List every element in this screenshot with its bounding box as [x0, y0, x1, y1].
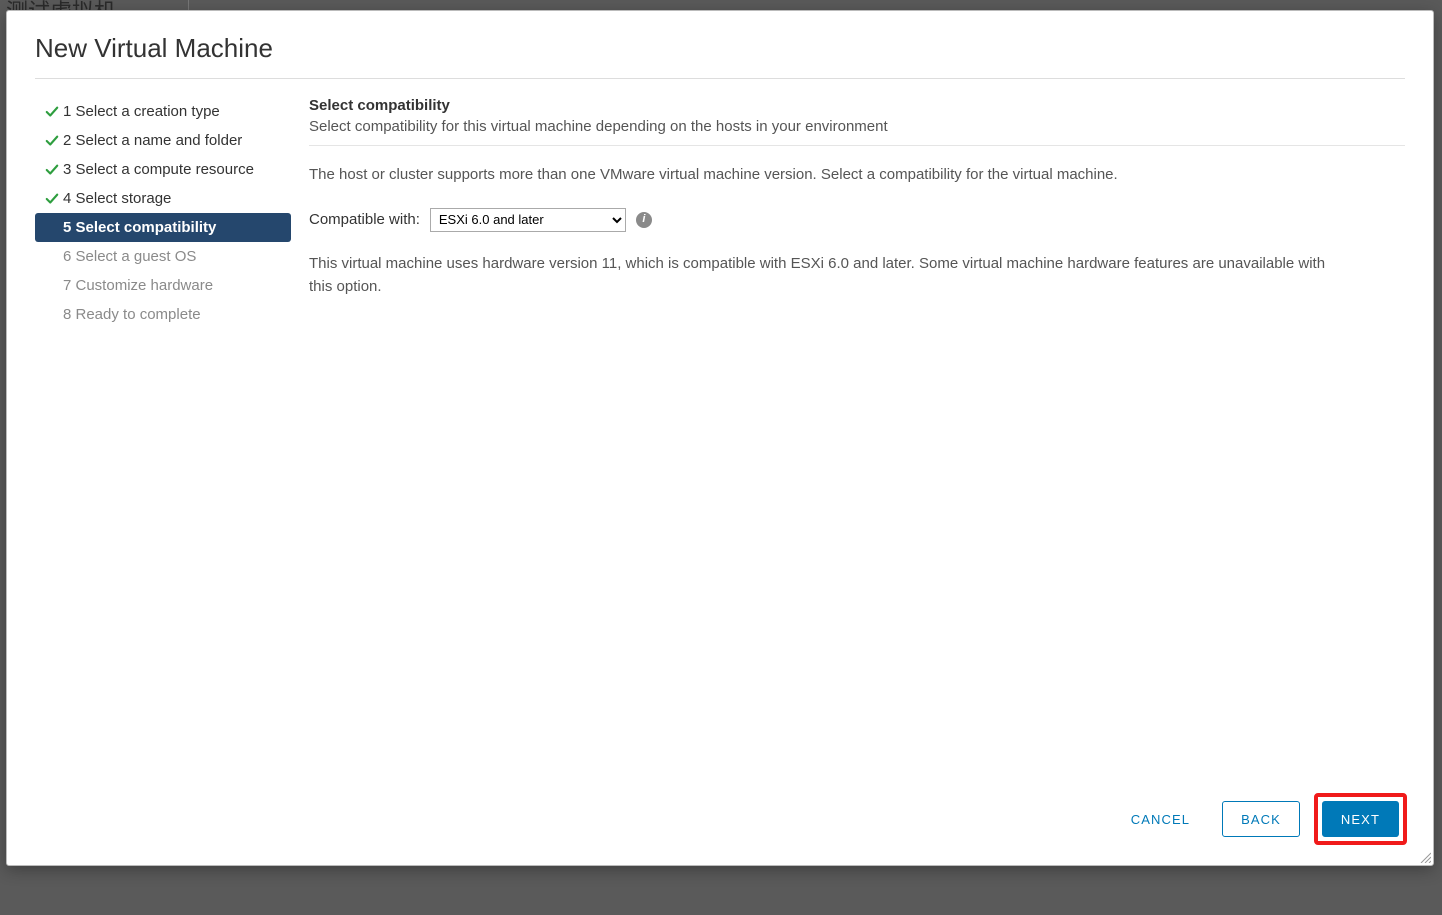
check-icon [45, 134, 63, 148]
section-subheading: Select compatibility for this virtual ma… [309, 118, 1405, 135]
compatibility-row: Compatible with: ESXi 6.0 and later i [309, 208, 1405, 232]
info-icon[interactable]: i [636, 212, 652, 228]
step-label: 2 Select a name and folder [63, 132, 242, 149]
step-label: 3 Select a compute resource [63, 161, 254, 178]
back-button[interactable]: BACK [1222, 801, 1300, 837]
check-icon [45, 105, 63, 119]
wizard-step-3[interactable]: 3 Select a compute resource [35, 155, 291, 184]
step-label: 8 Ready to complete [63, 306, 201, 323]
highlight-annotation: NEXT [1314, 793, 1407, 845]
dialog-title: New Virtual Machine [7, 11, 1433, 78]
next-button[interactable]: NEXT [1322, 801, 1399, 837]
wizard-step-4[interactable]: 4 Select storage [35, 184, 291, 213]
compatibility-label: Compatible with: [309, 211, 420, 228]
section-heading: Select compatibility [309, 97, 1405, 114]
compatibility-select[interactable]: ESXi 6.0 and later [430, 208, 626, 232]
cancel-button[interactable]: CANCEL [1113, 801, 1208, 837]
wizard-step-1[interactable]: 1 Select a creation type [35, 97, 291, 126]
step-label: 5 Select compatibility [63, 219, 216, 236]
wizard-step-6: 6 Select a guest OS [35, 242, 291, 271]
wizard-step-8: 8 Ready to complete [35, 300, 291, 329]
compatibility-description: This virtual machine uses hardware versi… [309, 252, 1329, 299]
step-label: 1 Select a creation type [63, 103, 220, 120]
wizard-step-5[interactable]: 5 Select compatibility [35, 213, 291, 242]
step-label: 4 Select storage [63, 190, 171, 207]
wizard-step-7: 7 Customize hardware [35, 271, 291, 300]
background-separator [188, 0, 189, 10]
check-icon [45, 163, 63, 177]
dialog-footer: CANCEL BACK NEXT [7, 779, 1433, 865]
dialog-body: 1 Select a creation type 2 Select a name … [7, 79, 1433, 779]
divider [309, 145, 1405, 146]
wizard-step-2[interactable]: 2 Select a name and folder [35, 126, 291, 155]
step-label: 7 Customize hardware [63, 277, 213, 294]
check-icon [45, 192, 63, 206]
wizard-content: Select compatibility Select compatibilit… [291, 79, 1405, 779]
step-label: 6 Select a guest OS [63, 248, 196, 265]
new-vm-dialog: New Virtual Machine 1 Select a creation … [6, 10, 1434, 866]
intro-text: The host or cluster supports more than o… [309, 164, 1405, 186]
wizard-steps: 1 Select a creation type 2 Select a name … [35, 79, 291, 779]
